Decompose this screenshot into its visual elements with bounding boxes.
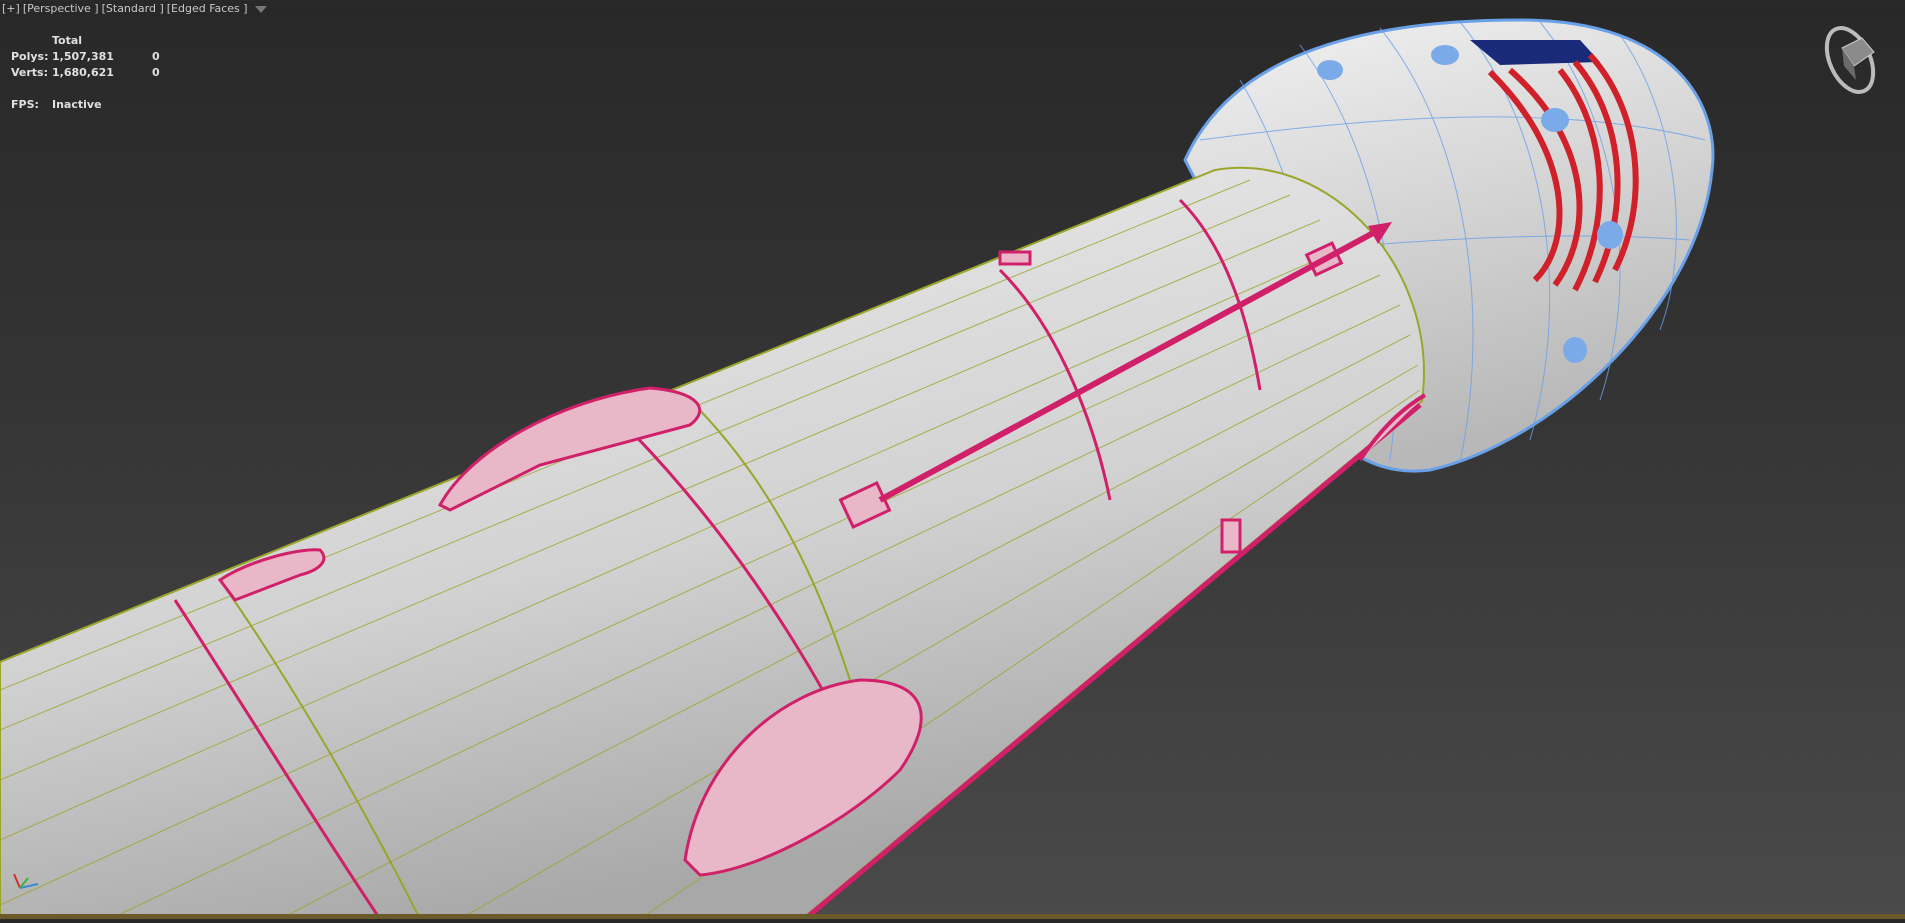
viewport-label-menu: [+] [Perspective ] [Standard ] [Edged Faces… <box>2 2 267 15</box>
verts-total: 1,680,621 <box>52 66 114 79</box>
viewport-point-of-view-menu[interactable]: [Perspective ] <box>23 2 99 15</box>
polys-total: 1,507,381 <box>52 50 114 63</box>
viewport-plus-menu[interactable]: [+] <box>2 2 20 15</box>
polys-selected: 0 <box>152 50 160 63</box>
viewcube-icon[interactable] <box>1818 18 1888 98</box>
fps-label: FPS: <box>11 98 39 111</box>
rocket-scene <box>0 18 1715 921</box>
filter-icon[interactable] <box>254 5 267 13</box>
perspective-viewport[interactable]: [+] [Perspective ] [Standard ] [Edged Faces… <box>0 0 1905 921</box>
viewport-shading-standard-menu[interactable]: [Standard ] <box>102 2 164 15</box>
statistics-overlay: Total Polys: 1,507,381 0 Verts: 1,680,621 0 … <box>11 33 160 113</box>
verts-selected: 0 <box>152 66 160 79</box>
stats-header: Total <box>52 34 83 47</box>
axis-tripod-icon <box>13 873 39 889</box>
polys-label: Polys: <box>11 50 49 63</box>
viewport-edged-faces-menu[interactable]: [Edged Faces ] <box>167 2 248 15</box>
viewport-bottom-border <box>0 914 1905 919</box>
verts-label: Verts: <box>11 66 49 79</box>
fps-value: Inactive <box>52 98 102 111</box>
booster-body <box>0 166 1427 921</box>
